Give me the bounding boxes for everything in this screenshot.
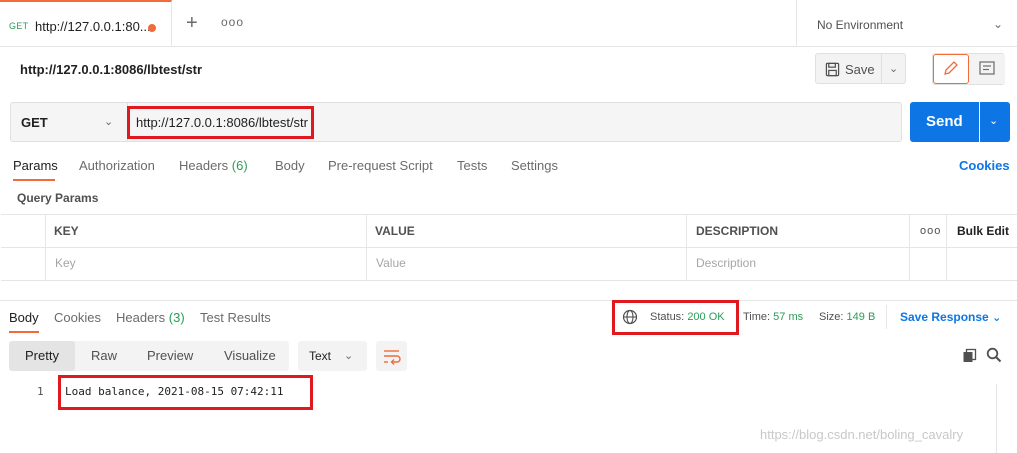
view-mode-group: Pretty Raw Preview Visualize xyxy=(9,341,289,371)
pencil-icon xyxy=(944,61,958,75)
tab-tests[interactable]: Tests xyxy=(457,158,487,173)
table-divider xyxy=(1,247,1017,248)
response-time: Time: 57 ms xyxy=(743,311,803,323)
search-icon[interactable] xyxy=(986,347,1002,363)
response-tab-body[interactable]: Body xyxy=(9,310,39,325)
view-raw-button[interactable]: Raw xyxy=(75,341,131,371)
status-highlight-box xyxy=(612,300,739,335)
save-button[interactable]: Save xyxy=(815,53,882,84)
edit-mode-button[interactable] xyxy=(933,54,969,84)
unsaved-dot-icon xyxy=(148,24,156,32)
key-input[interactable]: Key xyxy=(55,256,76,270)
mode-toggle xyxy=(932,53,1005,85)
time-value: 57 ms xyxy=(773,311,804,323)
response-tab-cookies[interactable]: Cookies xyxy=(54,310,101,325)
tab-method: GET xyxy=(9,21,29,31)
chevron-down-icon: ⌄ xyxy=(889,63,899,75)
format-select[interactable]: Text ⌄ xyxy=(298,341,367,371)
tab-body[interactable]: Body xyxy=(275,158,305,173)
format-label: Text xyxy=(309,349,332,363)
wrap-icon xyxy=(384,350,401,365)
table-divider xyxy=(909,214,910,281)
column-header-description: DESCRIPTION xyxy=(696,224,779,238)
view-pretty-label: Pretty xyxy=(25,348,59,363)
view-preview-button[interactable]: Preview xyxy=(131,341,207,371)
comment-icon xyxy=(979,61,995,75)
scrollbar[interactable] xyxy=(996,384,1008,453)
divider xyxy=(886,305,887,329)
chevron-down-icon: ⌄ xyxy=(992,312,1002,324)
environment-label: No Environment xyxy=(817,18,904,32)
doc-mode-button[interactable] xyxy=(969,54,1005,84)
tab-authorization[interactable]: Authorization xyxy=(79,158,155,173)
view-preview-label: Preview xyxy=(147,348,194,363)
value-input[interactable]: Value xyxy=(376,256,406,270)
column-header-key: KEY xyxy=(54,224,79,238)
tab-headers-label: Headers xyxy=(179,158,229,173)
tab-url: http://127.0.0.1:80... xyxy=(35,19,151,34)
view-visualize-button[interactable]: Visualize xyxy=(207,341,289,371)
table-divider xyxy=(686,214,687,281)
view-raw-label: Raw xyxy=(91,348,118,363)
size-value: 149 B xyxy=(846,311,876,323)
request-title: http://127.0.0.1:8086/lbtest/str xyxy=(20,62,203,77)
response-tab-test-results[interactable]: Test Results xyxy=(200,310,271,325)
description-input[interactable]: Description xyxy=(696,256,756,270)
tab-params[interactable]: Params xyxy=(13,158,58,173)
more-tabs-button[interactable]: ooo xyxy=(221,15,244,29)
chevron-down-icon: ⌄ xyxy=(344,350,354,362)
response-size: Size: 149 B xyxy=(819,311,875,323)
wrap-lines-button[interactable] xyxy=(376,341,407,371)
bulk-edit-button[interactable]: Bulk Edit xyxy=(957,224,1009,238)
tab-bar: GET http://127.0.0.1:80... + ooo No Envi… xyxy=(0,0,1017,47)
column-header-value: VALUE xyxy=(375,224,415,238)
chevron-down-icon: ⌄ xyxy=(992,17,1003,31)
chevron-down-icon: ⌄ xyxy=(989,115,999,127)
method-label: GET xyxy=(21,115,48,130)
active-tab-indicator xyxy=(13,179,55,181)
cookies-link[interactable]: Cookies xyxy=(959,158,1010,173)
request-tab[interactable]: GET http://127.0.0.1:80... xyxy=(0,0,172,47)
save-response-label: Save Response xyxy=(900,310,989,324)
view-pretty-button[interactable]: Pretty xyxy=(9,341,75,371)
response-tab-headers[interactable]: Headers (3) xyxy=(116,310,185,325)
send-button[interactable]: Send xyxy=(910,102,979,142)
send-label: Send xyxy=(926,113,963,130)
method-select[interactable]: GET ⌄ xyxy=(11,103,128,141)
tab-settings[interactable]: Settings xyxy=(511,158,558,173)
line-number: 1 xyxy=(37,385,44,398)
size-label: Size: xyxy=(819,311,844,323)
response-headers-count: (3) xyxy=(168,310,185,325)
tab-headers[interactable]: Headers (6) xyxy=(179,158,248,173)
save-options-button[interactable]: ⌄ xyxy=(882,53,906,84)
active-tab-indicator xyxy=(9,331,39,333)
copy-icon[interactable] xyxy=(962,348,978,364)
table-divider xyxy=(946,214,947,281)
query-params-title: Query Params xyxy=(17,191,99,205)
send-options-button[interactable]: ⌄ xyxy=(980,102,1010,142)
tab-prerequest-script[interactable]: Pre-request Script xyxy=(328,158,433,173)
time-label: Time: xyxy=(743,311,771,323)
tab-headers-count: (6) xyxy=(231,158,248,173)
more-options-button[interactable]: ooo xyxy=(920,225,941,237)
new-tab-plus-icon[interactable]: + xyxy=(186,13,198,33)
environment-select[interactable]: No Environment ⌄ xyxy=(796,0,1017,47)
response-divider xyxy=(0,300,1017,301)
table-divider xyxy=(45,214,46,281)
save-label: Save xyxy=(845,62,875,77)
chevron-down-icon: ⌄ xyxy=(104,116,114,128)
save-response-button[interactable]: Save Response ⌄ xyxy=(900,310,1001,324)
watermark-text: https://blog.csdn.net/boling_cavalry xyxy=(760,427,964,442)
table-divider xyxy=(366,214,367,281)
save-icon xyxy=(825,62,840,77)
body-highlight-box xyxy=(58,375,313,410)
url-highlight-box xyxy=(127,106,314,139)
view-visualize-label: Visualize xyxy=(224,348,276,363)
response-headers-label: Headers xyxy=(116,310,166,325)
